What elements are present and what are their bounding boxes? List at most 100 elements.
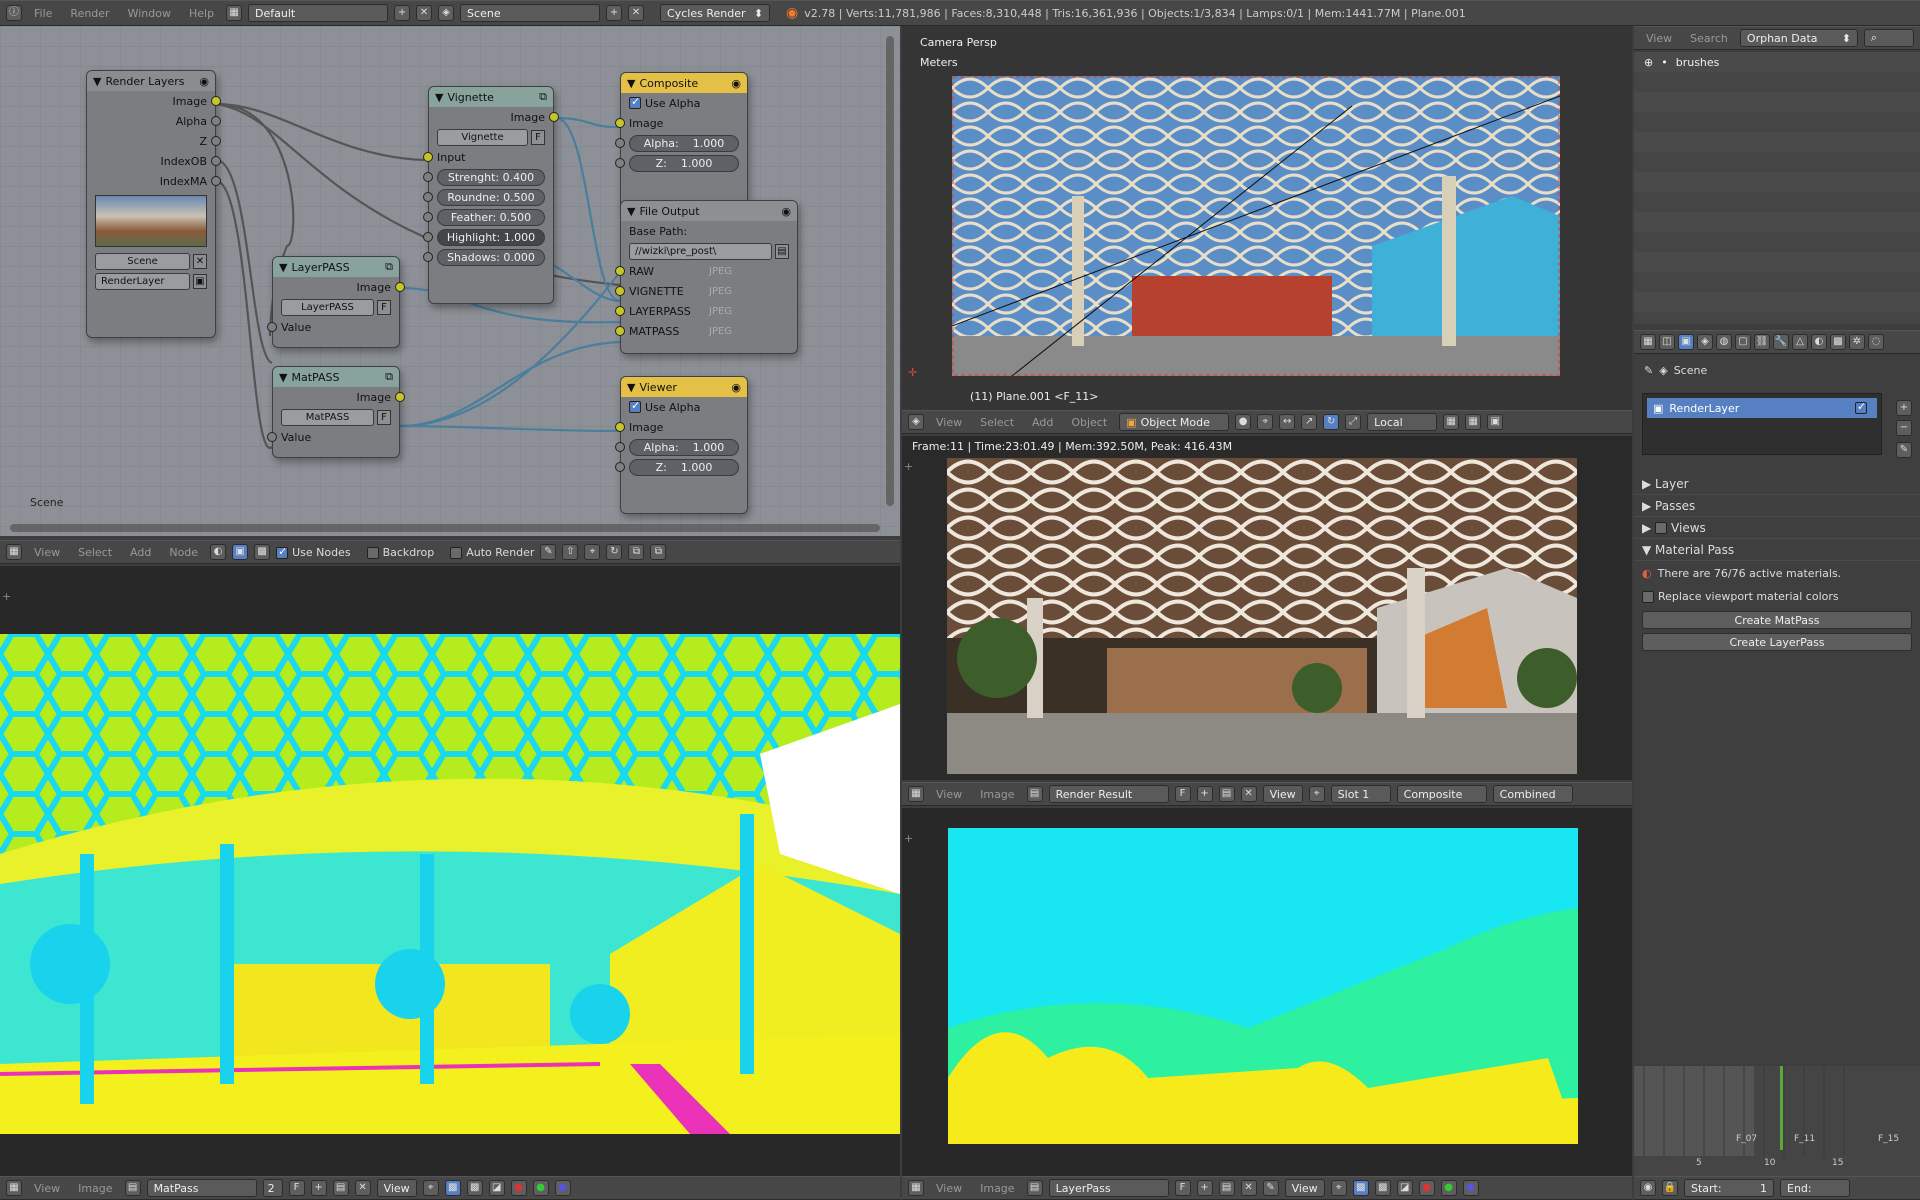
new-image-icon[interactable]: + — [310, 1180, 327, 1196]
remove-layout-icon[interactable]: ✕ — [416, 5, 433, 21]
texture-tab-icon[interactable]: ▩ — [1830, 334, 1846, 350]
render-layers-tab-icon[interactable]: ▣ — [1678, 334, 1694, 350]
matpass-input-socket[interactable] — [267, 432, 277, 442]
matpass-group-field[interactable]: MatPASS — [281, 408, 374, 426]
3d-viewport[interactable]: Camera Persp Meters (11) Plane.001 <F_11… — [902, 26, 1632, 410]
render-tab-icon[interactable]: ◫ — [1659, 334, 1675, 350]
menu-view[interactable]: View — [1640, 32, 1678, 45]
editor-type-icon[interactable]: ▦ — [1640, 334, 1656, 350]
node-group-icon[interactable]: ⧉ — [385, 260, 393, 274]
feather-field[interactable]: Feather: 0.500 — [437, 208, 545, 226]
param-socket[interactable] — [423, 172, 433, 182]
auto-render-checkbox[interactable] — [450, 546, 463, 559]
collapse-arrow-icon[interactable]: ▼ — [627, 77, 635, 90]
display-green-icon[interactable]: ● — [532, 1180, 549, 1196]
layerpass-output-socket[interactable] — [395, 282, 405, 292]
scene-select[interactable]: Scene — [460, 4, 601, 22]
node-preview-icon[interactable]: ◉ — [731, 77, 741, 90]
collapse-arrow-icon[interactable]: ▼ — [279, 371, 287, 384]
composite-header[interactable]: ▼ Composite ◉ — [621, 73, 747, 93]
editor-type-icon[interactable]: ▦ — [908, 1180, 924, 1196]
end-frame-field[interactable]: End: — [1780, 1179, 1850, 1197]
node-editor-vscroll[interactable] — [886, 36, 894, 506]
matpass-image-editor[interactable]: + — [0, 566, 900, 1176]
pivot-icon[interactable]: ⌖ — [1330, 1180, 1347, 1196]
socket-indexob[interactable] — [211, 156, 221, 166]
composite-image-socket[interactable] — [615, 118, 625, 128]
keying-icon[interactable]: ◉ — [1640, 1180, 1656, 1196]
display-blue-icon[interactable]: ● — [554, 1180, 571, 1196]
layerpass-image-editor[interactable]: + — [902, 808, 1632, 1176]
fake-user-button[interactable]: F — [531, 129, 545, 145]
menu-add[interactable]: Add — [1026, 416, 1059, 429]
paste-nodes-icon[interactable]: ⧉ — [650, 544, 667, 560]
constraints-tab-icon[interactable]: ⛓ — [1754, 334, 1770, 350]
object-tab-icon[interactable]: ▢ — [1735, 334, 1751, 350]
menu-file[interactable]: File — [28, 7, 58, 20]
data-tab-icon[interactable]: △ — [1792, 334, 1808, 350]
layerpass-header[interactable]: ▼ LayerPASS ⧉ — [273, 257, 399, 277]
menu-select[interactable]: Select — [72, 546, 118, 559]
file-output-node[interactable]: ▼ File Output ◉ Base Path: //wizki\pre_pos… — [615, 200, 798, 354]
remove-layer-icon[interactable]: − — [1896, 420, 1912, 436]
display-alpha-icon[interactable]: ◪ — [1396, 1180, 1413, 1196]
matpass-output-socket[interactable] — [395, 392, 405, 402]
replace-colors-toggle[interactable]: Replace viewport material colors — [1634, 586, 1920, 607]
viewport-shading-icon[interactable]: ● — [1235, 414, 1252, 430]
collapse-arrow-icon[interactable]: ▼ — [627, 381, 635, 394]
scene-field[interactable]: Scene — [95, 252, 190, 270]
use-nodes-toggle[interactable]: Use Nodes — [276, 545, 351, 559]
outliner-search-field[interactable]: ⌕ — [1863, 29, 1914, 47]
outliner-display-mode[interactable]: Orphan Data ⬍ — [1739, 29, 1858, 47]
start-frame-field[interactable]: Start: 1 — [1684, 1179, 1774, 1197]
base-path-input[interactable]: //wizki\pre_post\ — [629, 242, 772, 260]
image-name-field[interactable]: MatPass — [146, 1179, 257, 1197]
expand-icon[interactable]: ⊕ — [1644, 56, 1653, 69]
remove-scene-icon[interactable]: ✕ — [628, 5, 645, 21]
param-socket[interactable] — [423, 212, 433, 222]
fake-user-button[interactable]: F — [288, 1180, 305, 1196]
use-alpha-checkbox[interactable] — [629, 399, 641, 413]
file-output-socket[interactable] — [615, 306, 625, 316]
backdrop-toggle[interactable]: Backdrop — [366, 546, 434, 559]
render-layer-list[interactable]: ▣ RenderLayer — [1642, 393, 1882, 455]
layout-select[interactable]: Default — [248, 4, 389, 22]
scene-icon[interactable]: ◈ — [438, 5, 455, 21]
corner-widget-icon[interactable]: + — [904, 460, 913, 473]
menu-help[interactable]: Help — [183, 7, 220, 20]
view-menu-select[interactable]: View — [1262, 785, 1303, 803]
layerpass-input-socket[interactable] — [267, 322, 277, 332]
create-matpass-button[interactable]: Create MatPass — [1642, 611, 1912, 629]
menu-view[interactable]: View — [930, 1182, 968, 1195]
pass-select[interactable]: Combined — [1492, 785, 1573, 803]
parent-node-icon[interactable]: ⇧ — [562, 544, 579, 560]
socket-alpha[interactable] — [211, 116, 221, 126]
editor-type-icon[interactable]: ▦ — [6, 1180, 22, 1196]
display-rgb-icon[interactable]: ▩ — [466, 1180, 483, 1196]
new-image-icon[interactable]: + — [1196, 786, 1213, 802]
strength-field[interactable]: Strenght: 0.400 — [437, 168, 545, 186]
param-socket[interactable] — [423, 232, 433, 242]
vignette-header[interactable]: ▼ Vignette ⧉ — [429, 87, 553, 107]
outliner-item[interactable]: ⊕ • brushes — [1634, 52, 1920, 72]
display-blue-icon[interactable]: ● — [1462, 1180, 1479, 1196]
editor-type-icon[interactable]: ▦ — [6, 544, 22, 560]
viewer-image-socket[interactable] — [615, 422, 625, 432]
menu-image[interactable]: Image — [974, 788, 1020, 801]
menu-image[interactable]: Image — [72, 1182, 118, 1195]
layerpass-node[interactable]: ▼ LayerPASS ⧉ Image LayerPASS F Value — [267, 256, 405, 348]
render-layers-header[interactable]: ▼ Render Layers ◉ — [87, 71, 215, 91]
outliner[interactable]: ⊕ • brushes — [1634, 52, 1920, 324]
particles-tab-icon[interactable]: ✲ — [1849, 334, 1865, 350]
file-output-socket[interactable] — [615, 286, 625, 296]
menu-add[interactable]: Add — [124, 546, 157, 559]
image-name-field[interactable]: LayerPass — [1048, 1179, 1169, 1197]
viewer-alpha-field[interactable]: Alpha: 1.000 — [629, 438, 739, 456]
screen-layout-icon[interactable]: ▦ — [226, 5, 243, 21]
matpass-node[interactable]: ▼ MatPASS ⧉ Image MatPASS F Value — [267, 366, 405, 458]
info-editor-icon[interactable]: ⓘ — [6, 5, 22, 21]
file-output-socket[interactable] — [615, 326, 625, 336]
display-red-icon[interactable]: ● — [1418, 1180, 1435, 1196]
composite-use-alpha[interactable]: Use Alpha — [621, 93, 747, 113]
composite-z-socket[interactable] — [615, 158, 625, 168]
